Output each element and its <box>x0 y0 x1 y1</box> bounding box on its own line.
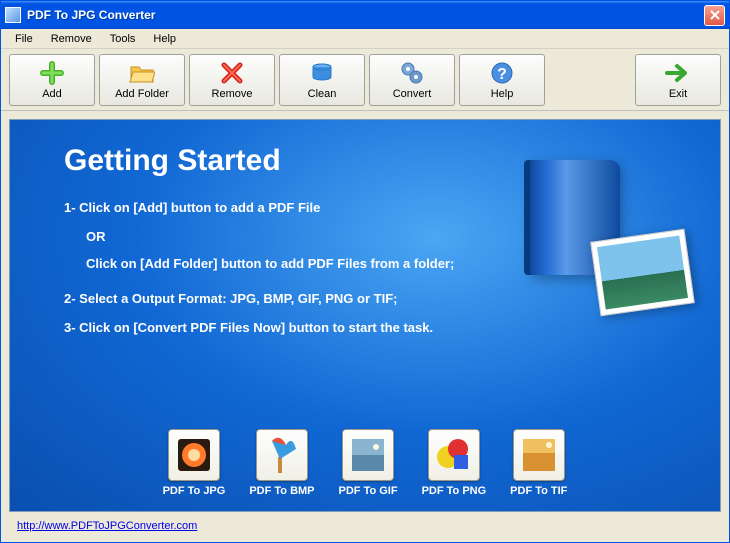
menu-help[interactable]: Help <box>145 31 184 47</box>
png-icon <box>428 429 480 481</box>
window-title: PDF To JPG Converter <box>27 8 704 22</box>
titlebar: PDF To JPG Converter <box>1 1 729 29</box>
footer: http://www.PDFToJPGConverter.com <box>9 518 721 534</box>
help-icon: ? <box>489 60 515 86</box>
pdf-to-bmp-button[interactable]: PDF To BMP <box>249 429 314 497</box>
menu-file[interactable]: File <box>7 31 41 47</box>
photo-icon <box>590 229 695 316</box>
add-folder-button[interactable]: Add Folder <box>99 54 185 106</box>
menu-remove[interactable]: Remove <box>43 31 100 47</box>
step-3: 3- Click on [Convert PDF Files Now] butt… <box>64 320 680 335</box>
add-button[interactable]: Add <box>9 54 95 106</box>
exit-icon <box>665 60 691 86</box>
help-button[interactable]: ? Help <box>459 54 545 106</box>
clean-icon <box>309 60 335 86</box>
svg-text:?: ? <box>497 66 507 83</box>
bmp-icon <box>256 429 308 481</box>
menubar: File Remove Tools Help <box>1 29 729 49</box>
convert-icon <box>399 60 425 86</box>
remove-button[interactable]: Remove <box>189 54 275 106</box>
clean-button[interactable]: Clean <box>279 54 365 106</box>
exit-button[interactable]: Exit <box>635 54 721 106</box>
decorative-graphic <box>530 160 690 310</box>
getting-started-panel: Getting Started 1- Click on [Add] button… <box>9 119 721 512</box>
jpg-icon <box>168 429 220 481</box>
close-button[interactable] <box>704 5 725 26</box>
content-area: Getting Started 1- Click on [Add] button… <box>1 111 729 542</box>
pdf-to-png-button[interactable]: PDF To PNG <box>422 429 487 497</box>
folder-icon <box>129 60 155 86</box>
close-icon <box>710 10 720 20</box>
add-icon <box>39 60 65 86</box>
gif-icon <box>342 429 394 481</box>
format-buttons: PDF To JPG PDF To BMP PDF To GIF <box>10 429 720 497</box>
menu-tools[interactable]: Tools <box>102 31 144 47</box>
tif-icon <box>513 429 565 481</box>
pdf-to-gif-button[interactable]: PDF To GIF <box>339 429 398 497</box>
app-window: PDF To JPG Converter File Remove Tools H… <box>0 0 730 543</box>
app-icon <box>5 7 21 23</box>
pdf-to-tif-button[interactable]: PDF To TIF <box>510 429 567 497</box>
convert-button[interactable]: Convert <box>369 54 455 106</box>
website-link[interactable]: http://www.PDFToJPGConverter.com <box>17 520 197 532</box>
toolbar: Add Add Folder Remove Clean Convert <box>1 49 729 111</box>
pdf-to-jpg-button[interactable]: PDF To JPG <box>163 429 226 497</box>
remove-icon <box>219 60 245 86</box>
